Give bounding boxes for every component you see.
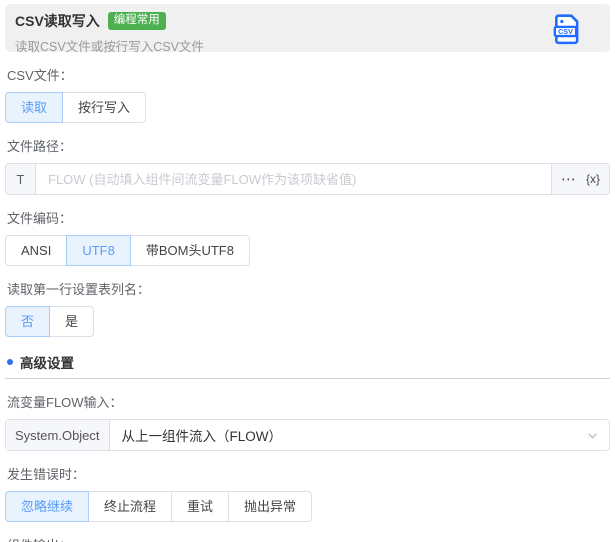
flow-input-type: System.Object [6, 420, 110, 450]
error-retry-button[interactable]: 重试 [171, 491, 230, 522]
encoding-utf8-button[interactable]: UTF8 [66, 235, 131, 266]
csv-mode-write-button[interactable]: 按行写入 [62, 92, 147, 123]
csv-file-icon: CSV [553, 14, 579, 45]
error-throw-button[interactable]: 抛出异常 [228, 491, 313, 522]
file-path-suffix: ⋯ {x} [550, 164, 609, 194]
first-row-yes-button[interactable]: 是 [49, 306, 95, 337]
advanced-settings-title: 高级设置 [20, 356, 74, 371]
chevron-down-icon [586, 429, 599, 442]
bullet-dot-icon [7, 359, 13, 365]
encoding-group: ANSI UTF8 带BOM头UTF8 [5, 235, 250, 266]
text-type-prefix: T [6, 164, 36, 194]
browse-ellipsis-icon[interactable]: ⋯ [561, 172, 577, 187]
file-path-input[interactable] [36, 164, 551, 194]
component-description: 读取CSV文件或按行写入CSV文件 [15, 40, 204, 54]
on-error-group: 忽略继续 终止流程 重试 抛出异常 [5, 491, 313, 522]
advanced-settings-header: 高级设置 [7, 352, 608, 372]
csv-mode-group: 读取 按行写入 [5, 92, 147, 123]
file-path-input-group: T ⋯ {x} [5, 163, 610, 195]
first-row-no-button[interactable]: 否 [5, 306, 51, 337]
error-stop-button[interactable]: 终止流程 [88, 491, 173, 522]
svg-text:CSV: CSV [558, 27, 573, 36]
category-badge: 编程常用 [107, 12, 166, 30]
first-row-header-label: 读取第一行设置表列名： [7, 282, 151, 297]
output-label: 组件输出： [7, 535, 608, 542]
flow-input-label: 流变量FLOW输入： [7, 395, 123, 410]
csv-mode-read-button[interactable]: 读取 [5, 92, 64, 123]
error-ignore-button[interactable]: 忽略继续 [5, 491, 90, 522]
flow-input-select[interactable]: System.Object 从上一组件流入（FLOW） [5, 419, 610, 451]
encoding-label: 文件编码： [7, 211, 73, 226]
component-header: CSV读取写入 编程常用 读取CSV文件或按行写入CSV文件 CSV [5, 4, 610, 54]
page-title: CSV读取写入 [15, 13, 100, 29]
first-row-header-group: 否 是 [5, 306, 95, 337]
variable-picker-icon[interactable]: {x} [586, 172, 600, 186]
file-path-label: 文件路径： [7, 139, 73, 154]
on-error-label: 发生错误时： [7, 467, 86, 482]
flow-input-value: 从上一组件流入（FLOW） [121, 429, 283, 444]
csv-mode-label: CSV文件： [7, 68, 73, 83]
encoding-bom-utf8-button[interactable]: 带BOM头UTF8 [129, 235, 250, 266]
encoding-ansi-button[interactable]: ANSI [5, 235, 68, 266]
section-divider [5, 378, 610, 379]
